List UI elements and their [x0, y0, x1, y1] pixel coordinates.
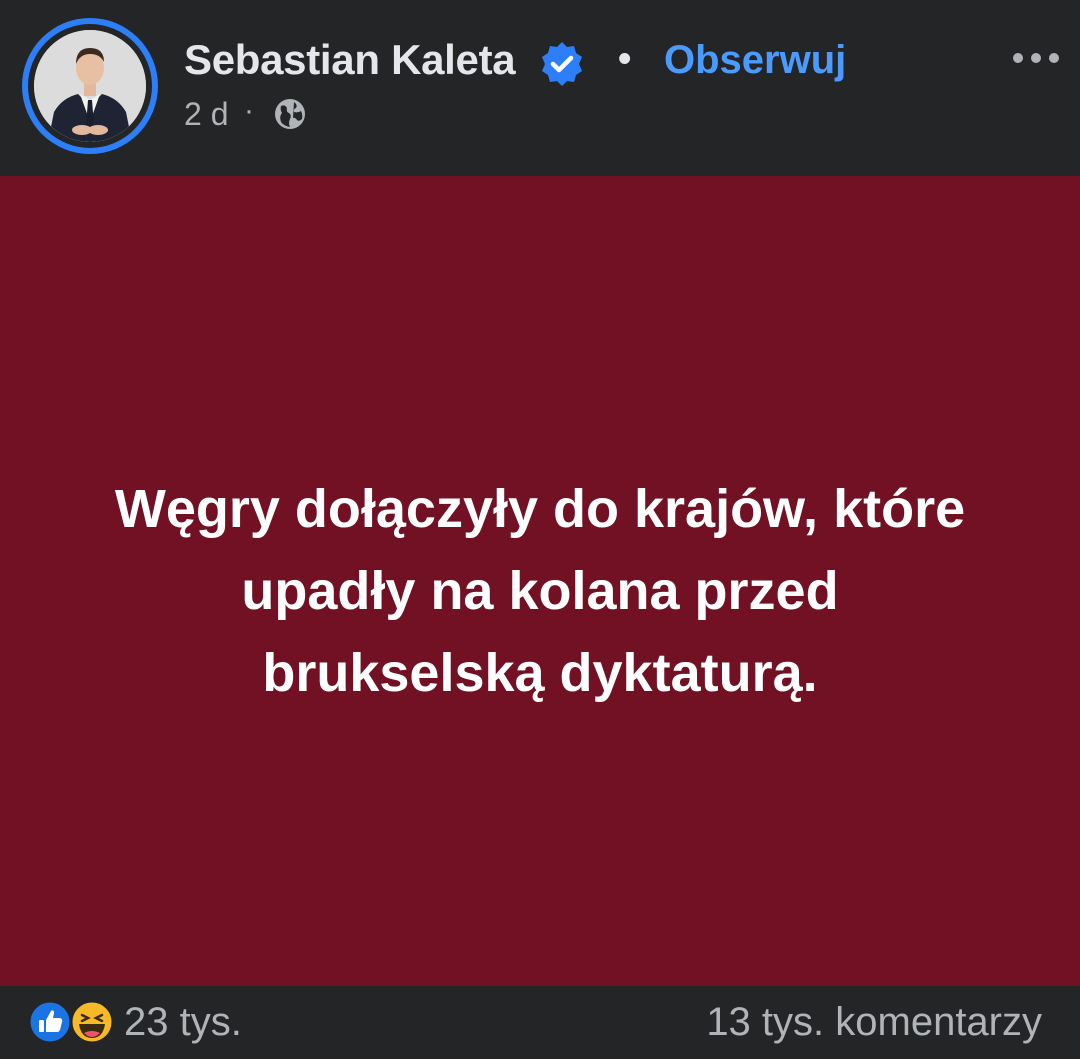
timestamp-separator: · — [244, 94, 254, 127]
post-header: Sebastian Kaleta • Obserwuj 2 d · — [0, 0, 1080, 175]
separator-dot: • — [618, 38, 632, 80]
reaction-icons[interactable] — [26, 998, 122, 1046]
avatar-ring-gap — [28, 24, 152, 148]
post-content[interactable]: Węgry dołączyły do krajów, które upadły … — [0, 176, 1080, 986]
haha-icon — [69, 999, 115, 1045]
comments-count[interactable]: 13 tys. komentarzy — [706, 1000, 1042, 1045]
post-text: Węgry dołączyły do krajów, które upadły … — [114, 479, 966, 703]
like-icon — [27, 999, 73, 1045]
verified-badge-icon — [542, 42, 582, 86]
facebook-post: Sebastian Kaleta • Obserwuj 2 d · Węgry … — [0, 0, 1080, 1059]
follow-button[interactable]: Obserwuj — [664, 38, 846, 83]
post-footer: 23 tys. 13 tys. komentarzy — [0, 986, 1080, 1059]
avatar[interactable] — [22, 18, 158, 154]
reactions-count[interactable]: 23 tys. — [124, 1000, 242, 1045]
post-timestamp[interactable]: 2 d — [184, 96, 228, 133]
author-name[interactable]: Sebastian Kaleta — [184, 36, 516, 84]
avatar-photo — [34, 30, 146, 142]
more-options-icon[interactable] — [1006, 38, 1066, 78]
globe-icon — [275, 99, 305, 129]
person-photo-icon — [34, 30, 146, 142]
